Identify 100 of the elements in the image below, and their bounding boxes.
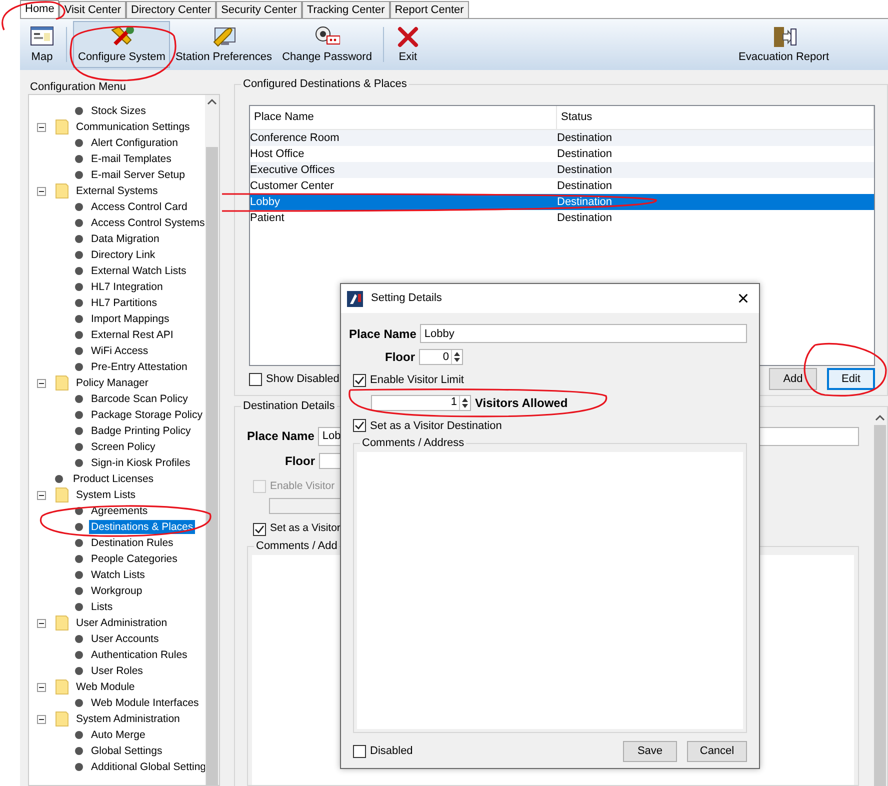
button[interactable]: Cancel [687,741,747,762]
bullet-icon [75,363,83,371]
tree-item[interactable]: External Systems [74,184,160,198]
bullet-icon [75,587,83,595]
tree-item[interactable]: Destinations & Places [89,520,196,534]
column-header[interactable]: Place Name [250,106,557,129]
table-row[interactable]: Executive Offices Destination [250,162,874,178]
tree-item[interactable]: People Categories [89,552,180,566]
tree-item[interactable]: Workgroup [89,584,144,598]
tree-item[interactable]: Authentication Rules [89,648,190,662]
tree-item[interactable]: Auto Merge [89,728,148,742]
table-row[interactable]: Host Office Destination [250,146,874,162]
tree-item[interactable]: Web Module Interfaces [89,696,201,710]
collapse-toggle[interactable] [37,490,46,500]
group-title: Destination Details [241,400,337,412]
tree-item[interactable]: Pre-Entry Attestation [89,360,190,374]
bullet-icon [75,635,83,643]
button[interactable]: Add [769,368,817,390]
collapse-toggle[interactable] [37,714,46,724]
tree-item[interactable]: Directory Link [89,248,158,262]
tab[interactable]: Security Center [216,1,302,18]
table-row[interactable]: Conference Room Destination [250,130,874,146]
bullet-icon [75,459,83,467]
tree-item[interactable]: HL7 Partitions [89,296,159,310]
bullet-icon [75,267,83,275]
tree-item[interactable]: Policy Manager [74,376,150,390]
bullet-icon [75,203,83,211]
tree-item[interactable]: Destination Rules [89,536,176,550]
bullet-icon [75,331,83,339]
tab[interactable]: Directory Center [126,1,216,18]
table-row[interactable]: Lobby Destination [250,194,874,210]
close-button[interactable]: × [737,288,749,308]
tree-item[interactable]: HL7 Integration [89,280,165,294]
bullet-icon [75,219,83,227]
tree-item[interactable]: E-mail Server Setup [89,168,187,182]
text-field[interactable]: Lobby [420,324,747,343]
tree-item[interactable]: Additional Global Setting [89,760,205,774]
spin-box[interactable]: 0 [419,349,463,365]
toolbar-button[interactable]: Evacuation Report [734,21,834,68]
number-field[interactable]: 1 [372,396,459,410]
tree-item[interactable]: Alert Configuration [89,136,180,150]
spin-box[interactable]: 1 [371,394,471,410]
tab[interactable]: Visit Center [59,1,126,18]
tree-item[interactable]: System Lists [74,488,138,502]
tree-item[interactable]: Agreements [89,504,150,518]
tree-item[interactable]: Screen Policy [89,440,158,454]
checkbox[interactable] [249,372,262,386]
tree-item[interactable]: Stock Sizes [89,104,148,118]
table-row[interactable]: Patient Destination [250,210,874,226]
collapse-toggle[interactable] [37,378,46,388]
tree-item[interactable]: Lists [89,600,115,614]
collapse-toggle[interactable] [37,186,46,196]
tree-item[interactable]: Barcode Scan Policy [89,392,190,406]
table-cell-text: Customer Center [250,178,334,194]
tree-item[interactable]: External Watch Lists [89,264,188,278]
checkbox[interactable] [253,522,266,536]
checkbox[interactable] [353,374,366,387]
table-cell-text: Destination [557,178,612,194]
collapse-toggle[interactable] [37,618,46,628]
tab[interactable]: Tracking Center [302,1,390,18]
tree-item[interactable]: Package Storage Policy [89,408,204,422]
toolbar-button[interactable]: Station Preferences [170,21,278,68]
tree-item[interactable]: User Administration [74,616,170,630]
tree-item[interactable]: Access Control Card [89,200,190,214]
tree-item[interactable]: User Accounts [89,632,161,646]
number-field[interactable]: 0 [420,350,451,364]
checkbox[interactable] [353,419,366,432]
button[interactable]: Edit [827,368,875,390]
bullet-icon [75,539,83,547]
tree-item[interactable]: Badge Printing Policy [89,424,193,438]
bullet-icon [75,523,83,531]
tree-item[interactable]: External Rest API [89,328,176,342]
collapse-toggle[interactable] [37,682,46,692]
column-header[interactable]: Status [557,106,874,129]
toolbar-button[interactable]: Configure System [73,21,170,68]
toolbar-button[interactable]: Exit [390,21,426,68]
tree-item[interactable]: Import Mappings [89,312,172,326]
tree-item[interactable]: Sign-in Kiosk Profiles [89,456,192,470]
checkbox[interactable] [353,745,366,758]
tab[interactable]: Home [20,0,60,18]
tree-item[interactable]: Product Licenses [71,472,156,486]
button[interactable]: Save [623,741,677,762]
table-row[interactable]: Customer Center Destination [250,178,874,194]
tree-item[interactable]: Communication Settings [74,120,192,134]
tree-item[interactable]: User Roles [89,664,145,678]
scrollbar[interactable] [205,95,219,785]
toolbar-button[interactable]: Map [24,21,60,68]
toolbar-button[interactable]: Change Password [277,21,377,68]
bullet-icon [75,411,83,419]
tree-item[interactable]: System Administration [74,712,182,726]
folder-icon [54,375,70,391]
tree-item[interactable]: Watch Lists [89,568,147,582]
tree-item[interactable]: WiFi Access [89,344,150,358]
tab[interactable]: Report Center [390,1,469,18]
tree-item[interactable]: Global Settings [89,744,164,758]
collapse-toggle[interactable] [37,122,46,132]
tree-item[interactable]: Data Migration [89,232,162,246]
tree-item[interactable]: E-mail Templates [89,152,174,166]
tree-item[interactable]: Access Control Systems [89,216,205,230]
tree-item[interactable]: Web Module [74,680,137,694]
